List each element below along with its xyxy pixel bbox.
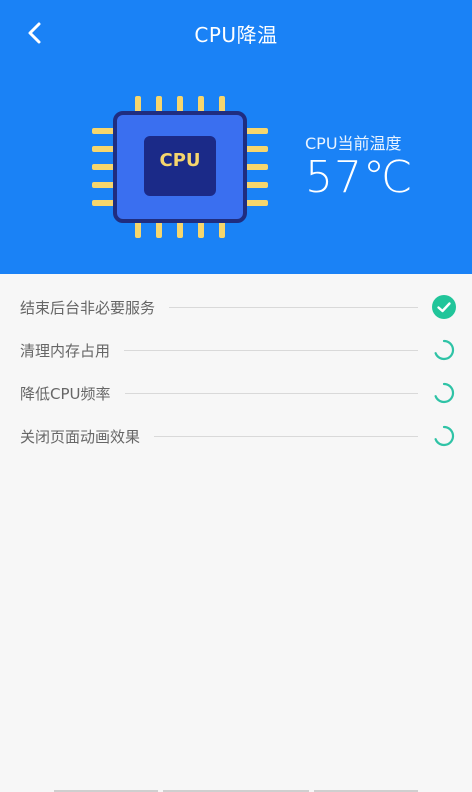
header: CPU降温 CPU CPU当前温度 57℃ [0, 0, 472, 274]
page-title: CPU降温 [194, 23, 278, 47]
spinner-icon [432, 424, 456, 448]
task-row: 关闭页面动画效果 [20, 420, 456, 452]
task-label: 清理内存占用 [20, 341, 111, 360]
cpu-chip-illustration: CPU [88, 92, 272, 242]
temperature-label: CPU当前温度 [305, 134, 402, 153]
divider [169, 306, 418, 308]
check-circle-icon [432, 295, 456, 319]
divider [124, 392, 418, 394]
task-row: 结束后台非必要服务 [20, 291, 456, 323]
cpu-chip-label: CPU [159, 150, 201, 171]
task-label: 关闭页面动画效果 [20, 427, 141, 446]
task-row: 降低CPU频率 [20, 377, 456, 409]
task-label: 结束后台非必要服务 [20, 298, 156, 317]
task-row: 清理内存占用 [20, 334, 456, 366]
spinner-icon [432, 381, 456, 405]
divider [154, 435, 418, 437]
task-list: 结束后台非必要服务 清理内存占用 降低CPU频率 关闭页面动画效果 [0, 274, 472, 792]
divider [124, 349, 418, 351]
spinner-icon [432, 338, 456, 362]
task-label: 降低CPU频率 [20, 384, 111, 403]
temperature-value: 57℃ [305, 152, 414, 203]
